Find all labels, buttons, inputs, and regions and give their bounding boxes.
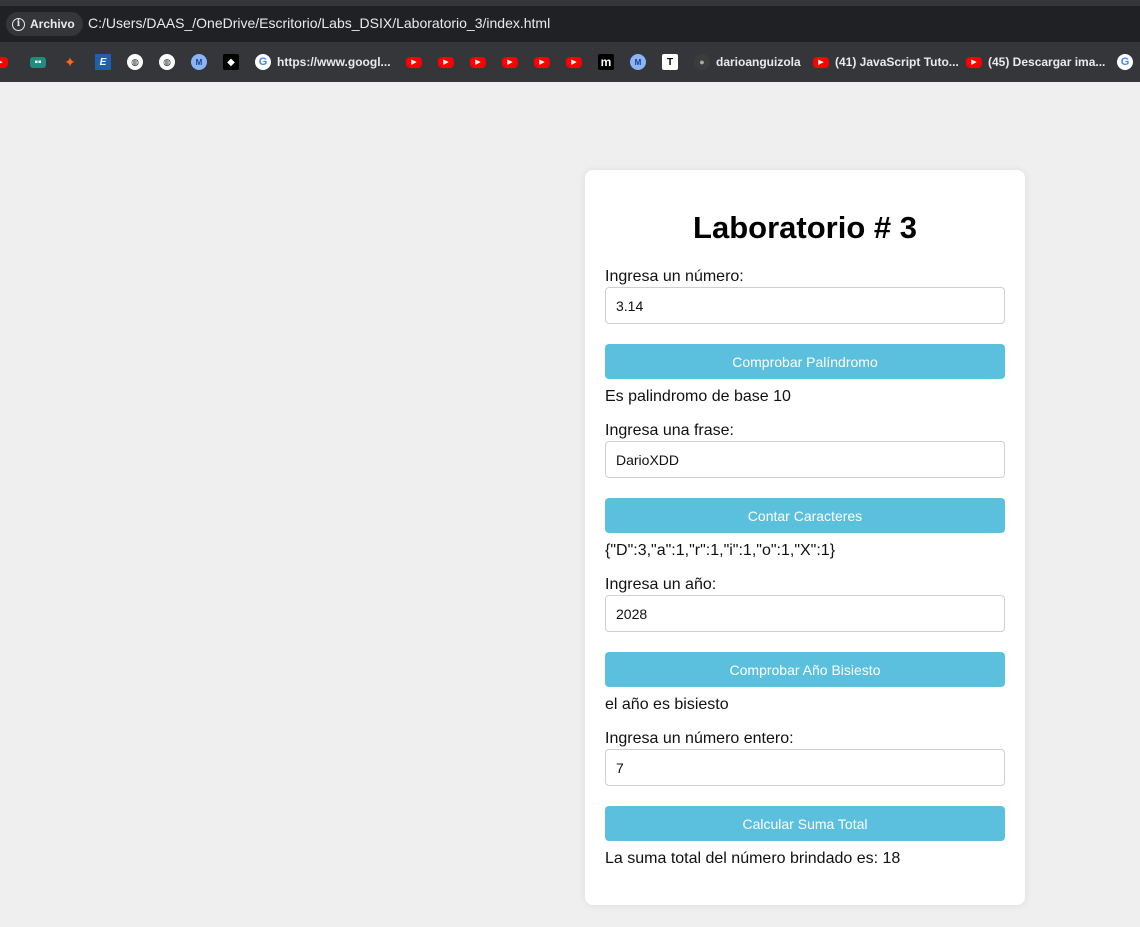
year-label: Ingresa un año: [605,576,717,593]
youtube-icon: ▶ [966,56,982,68]
youtube-icon: ▶ [438,56,454,68]
bookmark-item[interactable]: ▶ [534,53,550,71]
url-text[interactable]: C:/Users/DAAS_/OneDrive/Escritorio/Labs_… [88,15,550,31]
page-title: Laboratorio # 3 [693,210,917,245]
page-body: Laboratorio # 3 Ingresa un número: Compr… [0,82,1140,927]
youtube-icon: ▶ [534,56,550,68]
phrase-input[interactable] [605,441,1005,478]
bookmark-item[interactable]: ▶ [438,53,454,71]
youtube-icon: ▶ [502,56,518,68]
youtube-icon: ▶ [566,56,582,68]
site-info-chip[interactable]: i Archivo [6,12,83,36]
integer-input[interactable] [605,749,1005,786]
bookmark-label: (41) JavaScript Tuto... [835,55,959,69]
bookmark-item[interactable]: ▶ (41) JavaScript Tuto... [813,53,959,71]
calculate-sum-button[interactable]: Calcular Suma Total [605,806,1005,841]
bookmark-item[interactable]: E [95,53,111,71]
rocket-icon: ✦ [64,53,76,70]
e-icon: E [95,54,111,70]
sum-result: La suma total del número brindado es: 18 [605,850,901,867]
bookmark-item[interactable]: ✦ [62,53,78,71]
bookmark-item[interactable]: ▶ [566,53,582,71]
tab-strip-edge [0,0,1140,6]
palindrome-result: Es palindromo de base 10 [605,388,791,405]
bookmark-item[interactable]: ▶ [406,53,422,71]
check-palindrome-button[interactable]: Comprobar Palíndromo [605,344,1005,379]
globe-icon: ◍ [127,54,143,70]
count-characters-button[interactable]: Contar Caracteres [605,498,1005,533]
google-icon: G [255,54,271,70]
teams-icon: ▪▪ [30,56,46,68]
bookmark-item[interactable]: ◆ [223,53,239,71]
youtube-icon: ▶ [470,56,486,68]
bookmark-item[interactable]: T [662,53,678,71]
bookmark-item[interactable]: ● darioanguizola [694,53,801,71]
bookmark-item[interactable]: ◍ [159,53,175,71]
globe-icon: ◍ [159,54,175,70]
bookmark-item[interactable]: M [191,53,207,71]
bookmark-item[interactable]: Ghttps://www.googl... [255,53,391,71]
github-icon: ● [694,54,710,70]
number-label: Ingresa un número: [605,268,744,285]
youtube-icon: ▶ [406,56,422,68]
bookmark-item[interactable]: ▶ [470,53,486,71]
bookmarks-bar: ▶ ▪▪ ✦ E ◍ ◍ M ◆ Ghttps://www.googl... ▶… [0,42,1140,82]
phrase-label: Ingresa una frase: [605,422,734,439]
browser-address-bar: i Archivo C:/Users/DAAS_/OneDrive/Escrit… [0,0,1140,42]
leap-year-result: el año es bisiesto [605,696,729,713]
check-leap-year-button[interactable]: Comprobar Año Bisiesto [605,652,1005,687]
number-input[interactable] [605,287,1005,324]
box-icon: ◆ [223,54,239,70]
meeting-icon: M [191,54,207,70]
lab-card: Laboratorio # 3 Ingresa un número: Compr… [585,170,1025,905]
info-icon: i [12,17,25,31]
bookmark-item[interactable]: ▪▪ [30,53,46,71]
bookmark-item[interactable]: ▶ [0,53,8,71]
youtube-icon: ▶ [813,56,829,68]
bookmark-item[interactable]: G [1117,53,1133,71]
site-info-label: Archivo [30,17,75,31]
characters-result: {"D":3,"a":1,"r":1,"i":1,"o":1,"X":1} [605,542,836,559]
meeting-icon: M [630,54,646,70]
year-input[interactable] [605,595,1005,632]
google-icon: G [1117,54,1133,70]
bookmark-label: https://www.googl... [277,55,391,69]
youtube-icon: ▶ [0,56,8,68]
bookmark-item[interactable]: M [630,53,646,71]
bookmark-label: darioanguizola [716,55,801,69]
integer-label: Ingresa un número entero: [605,730,794,747]
bookmark-item[interactable]: ▶ [502,53,518,71]
medium-icon: m [598,54,614,70]
t-icon: T [662,54,678,70]
bookmark-item[interactable]: ◍ [127,53,143,71]
bookmark-item[interactable]: ▶ (45) Descargar ima... [966,53,1105,71]
bookmark-item[interactable]: m [598,53,614,71]
bookmark-label: (45) Descargar ima... [988,55,1106,69]
